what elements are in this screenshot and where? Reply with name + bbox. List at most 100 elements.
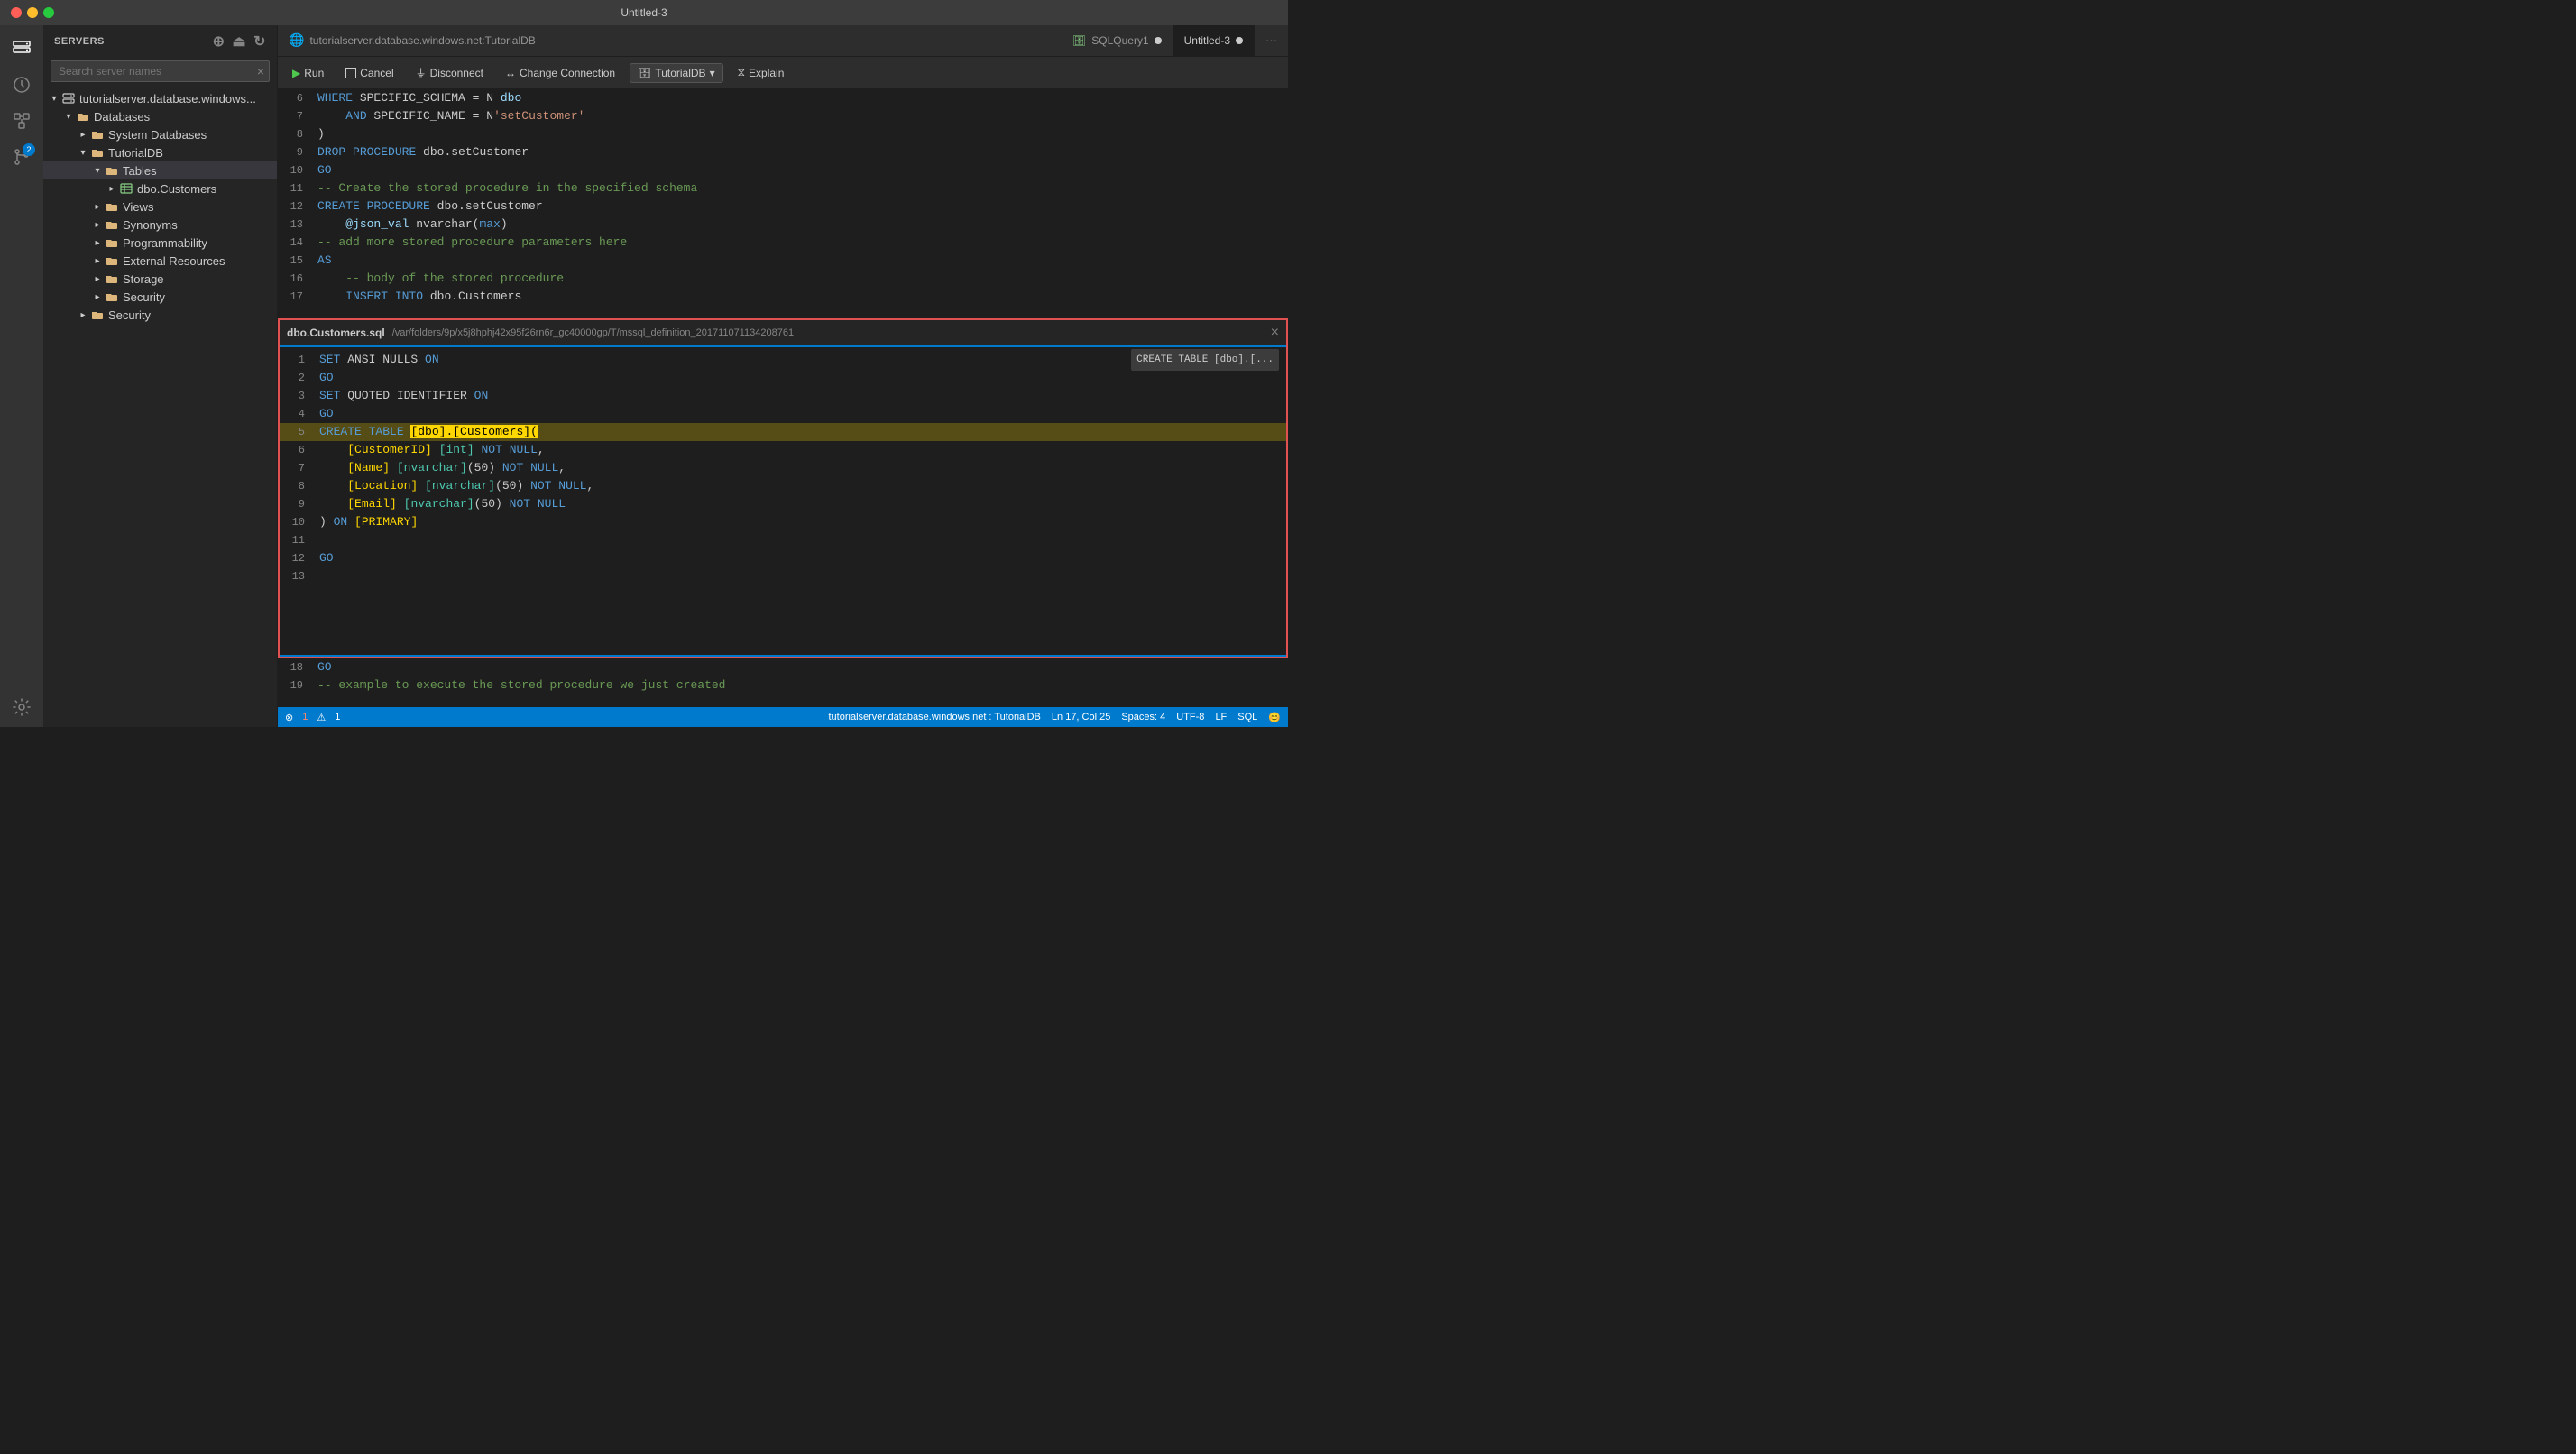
line-content[interactable]: AS: [314, 252, 1288, 270]
connection-tab[interactable]: 🌐 tutorialserver.database.windows.net:Tu…: [278, 25, 1062, 56]
peek-content[interactable]: CREATE TABLE [dbo].[... 1SET ANSI_NULLS …: [280, 347, 1286, 655]
folder-icon: [105, 217, 119, 232]
close-button[interactable]: [11, 7, 22, 18]
git-badge: 2: [23, 143, 35, 156]
line-content[interactable]: GO: [314, 161, 1288, 179]
search-clear-button[interactable]: ×: [257, 64, 264, 78]
line-content[interactable]: [CustomerID] [int] NOT NULL,: [316, 441, 1286, 459]
line-content[interactable]: GO: [316, 405, 1286, 423]
cancel-button[interactable]: Cancel: [338, 64, 400, 82]
tree-item-synonyms[interactable]: Synonyms: [43, 216, 277, 234]
line-content[interactable]: [Email] [nvarchar](50) NOT NULL: [316, 495, 1286, 513]
refresh-button[interactable]: ↻: [253, 32, 266, 51]
line-number: 14: [278, 234, 314, 252]
line-content[interactable]: CREATE PROCEDURE dbo.setCustomer: [314, 198, 1288, 216]
explain-button[interactable]: ⧖ Explain: [731, 63, 792, 82]
tree-item-storage[interactable]: Storage: [43, 270, 277, 288]
tree-label: Storage: [123, 272, 164, 286]
peek-filepath: /var/folders/9p/x5j8hphj42x95f26rn6r_gc4…: [392, 327, 1264, 338]
line-content[interactable]: SET QUOTED_IDENTIFIER ON: [316, 387, 1286, 405]
tree-item-tables[interactable]: Tables: [43, 161, 277, 179]
minimize-button[interactable]: [27, 7, 38, 18]
tree-label: Synonyms: [123, 218, 178, 232]
run-button[interactable]: ▶ Run: [285, 64, 331, 82]
tree-item-views[interactable]: Views: [43, 198, 277, 216]
tree-item-system-dbs[interactable]: System Databases: [43, 125, 277, 143]
line-number: 11: [278, 179, 314, 198]
status-language: SQL: [1237, 712, 1257, 722]
db-selector-icon: 🗄: [638, 67, 651, 79]
activity-history[interactable]: [5, 69, 38, 101]
main-editor-top[interactable]: 6WHERE SPECIFIC_SCHEMA = N dbo7 AND SPEC…: [278, 89, 1288, 318]
main-editor-bottom[interactable]: 18GO19-- example to execute the stored p…: [278, 658, 1288, 707]
database-selector[interactable]: 🗄 TutorialDB ▾: [630, 63, 723, 83]
disconnect-toolbar-button[interactable]: ⏚ Disconnect: [409, 62, 491, 83]
line-content[interactable]: @json_val nvarchar(max): [314, 216, 1288, 234]
line-content[interactable]: GO: [314, 658, 1288, 676]
disconnect-button[interactable]: ⏏: [232, 32, 246, 51]
line-number: 9: [280, 495, 316, 513]
editor-area: 🌐 tutorialserver.database.windows.net:Tu…: [278, 25, 1288, 727]
line-number: 4: [280, 405, 316, 423]
line-number: 8: [278, 125, 314, 143]
line-content[interactable]: ) ON [PRIMARY]: [316, 513, 1286, 531]
status-connection[interactable]: tutorialserver.database.windows.net : Tu…: [829, 712, 1041, 722]
activity-connections[interactable]: [5, 105, 38, 137]
peek-close-button[interactable]: ×: [1271, 325, 1279, 341]
window-controls[interactable]: [11, 7, 54, 18]
tree-item-security-2[interactable]: Security: [43, 306, 277, 324]
line-content[interactable]: GO: [316, 369, 1286, 387]
disconnect-icon: ⏚: [416, 65, 427, 80]
line-content[interactable]: [Name] [nvarchar](50) NOT NULL,: [316, 459, 1286, 477]
code-line-8: 8 [Location] [nvarchar](50) NOT NULL,: [280, 477, 1286, 495]
code-line-7: 7 [Name] [nvarchar](50) NOT NULL,: [280, 459, 1286, 477]
code-line-13: 13 @json_val nvarchar(max): [278, 216, 1288, 234]
tree-arrow: [61, 109, 76, 124]
code-line-17: 17 INSERT INTO dbo.Customers: [278, 288, 1288, 306]
tree-item-external-resources[interactable]: External Resources: [43, 252, 277, 270]
peek-filename: dbo.Customers.sql: [287, 327, 385, 339]
tree-item-dbo-customers[interactable]: dbo.Customers: [43, 179, 277, 198]
code-line-11: 11: [280, 531, 1286, 549]
sqlquery1-tab[interactable]: 🗄 SQLQuery1: [1062, 25, 1173, 56]
line-content[interactable]: -- example to execute the stored procedu…: [314, 676, 1288, 695]
line-number: 8: [280, 477, 316, 495]
line-content[interactable]: WHERE SPECIFIC_SCHEMA = N dbo: [314, 89, 1288, 107]
line-content[interactable]: -- Create the stored procedure in the sp…: [314, 179, 1288, 198]
code-line-3: 3SET QUOTED_IDENTIFIER ON: [280, 387, 1286, 405]
folder-icon: [90, 308, 105, 322]
db-selector-arrow: ▾: [710, 67, 715, 79]
line-number: 13: [280, 567, 316, 585]
line-content[interactable]: DROP PROCEDURE dbo.setCustomer: [314, 143, 1288, 161]
maximize-button[interactable]: [43, 7, 54, 18]
status-smiley[interactable]: 😊: [1268, 712, 1281, 723]
new-connection-button[interactable]: ⊕: [213, 32, 225, 51]
change-connection-button[interactable]: ↔ Change Connection: [498, 64, 622, 82]
tree-item-programmability[interactable]: Programmability: [43, 234, 277, 252]
server-search-input[interactable]: [51, 60, 270, 82]
tree-item-tutorialdb[interactable]: TutorialDB: [43, 143, 277, 161]
untitled3-tab-label: Untitled-3: [1184, 34, 1230, 47]
line-content[interactable]: -- add more stored procedure parameters …: [314, 234, 1288, 252]
code-line-10: 10GO: [278, 161, 1288, 179]
activity-git[interactable]: 2: [5, 141, 38, 173]
line-content[interactable]: ): [314, 125, 1288, 143]
tree-item-server-root[interactable]: tutorialserver.database.windows...: [43, 89, 277, 107]
line-content[interactable]: GO: [316, 549, 1286, 567]
line-content[interactable]: AND SPECIFIC_NAME = N'setCustomer': [314, 107, 1288, 125]
line-number: 3: [280, 387, 316, 405]
untitled3-tab[interactable]: Untitled-3: [1173, 25, 1255, 56]
line-content[interactable]: [Location] [nvarchar](50) NOT NULL,: [316, 477, 1286, 495]
tree-item-databases[interactable]: Databases: [43, 107, 277, 125]
line-content[interactable]: INSERT INTO dbo.Customers: [314, 288, 1288, 306]
activity-settings[interactable]: [5, 695, 38, 727]
tabs-bar: 🌐 tutorialserver.database.windows.net:Tu…: [278, 25, 1288, 57]
line-content[interactable]: CREATE TABLE [dbo].[Customers](: [316, 423, 1286, 441]
activity-servers[interactable]: [5, 32, 38, 65]
more-tabs-button[interactable]: ···: [1255, 25, 1288, 56]
tree-item-security-1[interactable]: Security: [43, 288, 277, 306]
line-content[interactable]: -- body of the stored procedure: [314, 270, 1288, 288]
status-line-ending: LF: [1215, 712, 1227, 722]
app-body: 2 SERVERS ⊕ ⏏ ↻ × tutorialserver.databas…: [0, 25, 1288, 727]
tree-arrow: [90, 199, 105, 214]
